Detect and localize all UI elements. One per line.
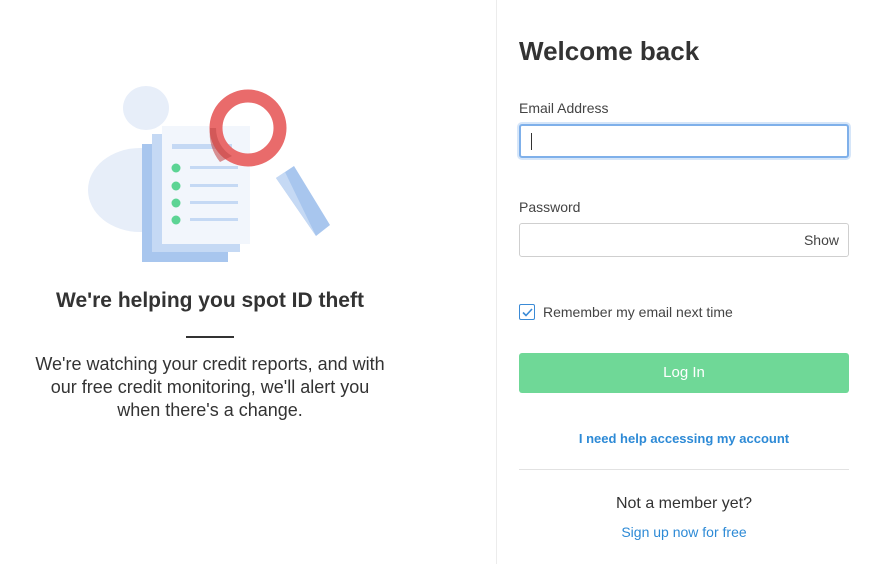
remember-email-checkbox[interactable] (519, 304, 535, 320)
promo-body-line: We're watching your credit reports, and … (35, 354, 385, 374)
promo-body-line: our free credit monitoring, we'll alert … (50, 377, 370, 397)
list-line (190, 166, 238, 169)
login-button[interactable]: Log In (519, 353, 849, 393)
signup-link[interactable]: Sign up now for free (519, 524, 849, 540)
promo-panel: We're helping you spot ID theft We're wa… (0, 0, 497, 564)
list-bullet-icon (171, 198, 181, 208)
email-label: Email Address (519, 100, 609, 116)
promo-body-line: when there's a change. (117, 400, 303, 420)
show-password-button[interactable]: Show (804, 232, 839, 248)
list-line (190, 218, 238, 221)
page-title: Welcome back (519, 36, 700, 66)
list-line (190, 201, 238, 204)
promo-divider (186, 336, 234, 338)
list-bullet-icon (171, 215, 181, 225)
help-access-link[interactable]: I need help accessing my account (519, 431, 849, 446)
not-member-text: Not a member yet? (615, 495, 753, 512)
password-label: Password (519, 199, 581, 215)
login-form: Welcome back Email Address Password Show… (497, 0, 879, 564)
promo-body: We're watching your credit reports, and … (10, 353, 410, 422)
checkmark-icon (521, 307, 533, 317)
list-bullet-icon (171, 181, 181, 191)
document-magnifier-illustration (88, 86, 330, 262)
promo-heading: We're helping you spot ID theft (56, 289, 364, 312)
password-field[interactable]: Show (519, 223, 849, 257)
list-line (190, 184, 238, 187)
remember-email-label: Remember my email next time (543, 304, 733, 320)
remember-email-row[interactable]: Remember my email next time (519, 303, 733, 321)
email-field[interactable] (519, 124, 849, 158)
text-caret (531, 133, 532, 150)
section-divider (519, 469, 849, 470)
background-blob (123, 86, 169, 130)
list-bullet-icon (171, 163, 181, 173)
